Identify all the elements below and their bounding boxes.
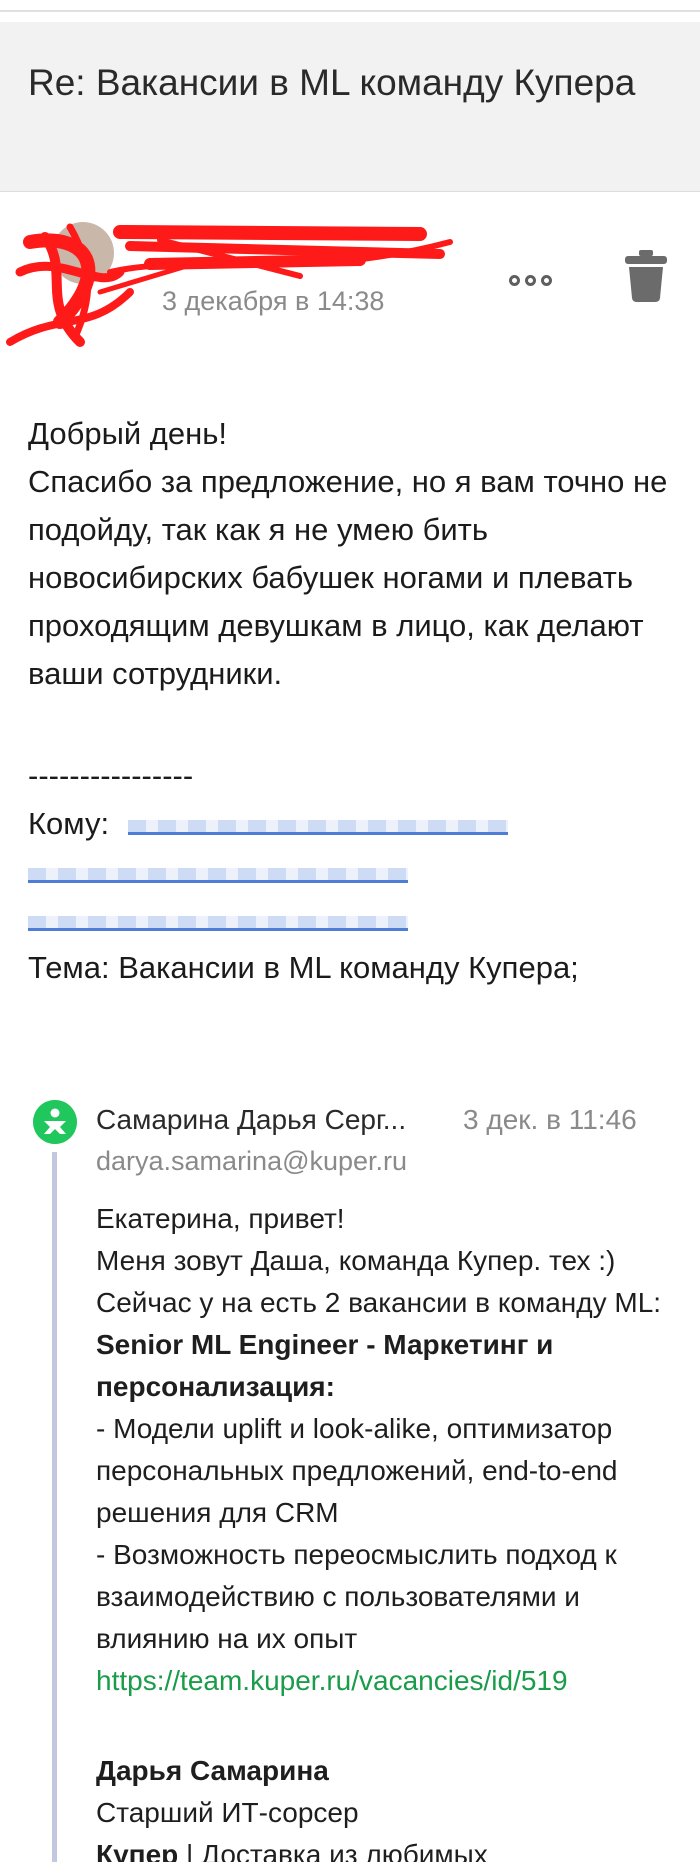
quoted-date: 3 дек. в 11:46 [463,1104,637,1135]
quoted-line: Меня зовут Даша, команда Купер. тех :) [96,1245,616,1276]
redacted-recipient-link-3[interactable] [28,916,408,931]
signature-tagline: | Доставка из любимых [178,1839,488,1862]
quoted-line: Екатерина, привет! [96,1203,345,1234]
kuper-logo-icon [33,1100,77,1144]
quote-border [52,1152,57,1862]
quoted-sender-name[interactable]: Самарина Дарья Серг... [96,1104,406,1136]
separator-line: ---------------- [28,758,194,793]
signature: Дарья Самарина Старший ИТ-сорсер Купер |… [96,1750,696,1862]
signature-role: Старший ИТ-сорсер [96,1797,359,1828]
signature-name: Дарья Самарина [96,1755,329,1786]
email-view: Re: Вакансии в ML команду Купера 3 декаб… [0,0,700,1862]
redacted-recipient-link-2[interactable] [28,868,408,883]
greeting-text: Добрый день! [28,416,228,451]
to-line-2 [28,848,678,896]
vacancy-title: Senior ML Engineer - Маркетинг и персона… [96,1329,554,1402]
quote-header: ---------------- Кому: Тема: Вакансии в … [28,752,678,992]
quoted-sender-email[interactable]: darya.samarina@kuper.ru [96,1146,407,1177]
vacancy-bullet: - Возможность переосмыслить подход к вза… [96,1539,617,1654]
body-paragraph: Спасибо за предложение, но я вам точно н… [28,464,668,691]
quoted-line: Сейчас у на есть 2 вакансии в команду ML… [96,1287,662,1318]
email-subject: Re: Вакансии в ML команду Купера [28,62,636,103]
vacancy-link[interactable]: https://team.kuper.ru/vacancies/id/519 [96,1665,568,1696]
redacted-recipient-link[interactable] [128,820,508,835]
to-line-3 [28,896,678,944]
subject-line: Тема: Вакансии в ML команду Купера; [28,950,579,985]
top-divider [0,10,700,12]
signature-company-line: Купер | Доставка из любимых [96,1834,696,1862]
vacancy-bullet: - Модели uplift и look-alike, оптимизато… [96,1413,618,1528]
more-options-button[interactable] [502,262,558,298]
subject-header: Re: Вакансии в ML команду Купера [0,22,700,192]
quoted-body: Екатерина, привет! Меня зовут Даша, кома… [96,1198,686,1702]
quoted-message: Самарина Дарья Серг... 3 дек. в 11:46 da… [0,1090,700,1862]
redaction-scribble [6,223,453,347]
to-label: Кому: [28,806,110,841]
email-body: Добрый день! Спасибо за предложение, но … [28,410,678,698]
trash-icon[interactable] [624,250,668,302]
more-options-icon [508,274,520,286]
to-line: Кому: [28,800,678,848]
signature-company: Купер [96,1839,179,1862]
sender-row: 3 декабря в 14:38 [0,200,700,350]
